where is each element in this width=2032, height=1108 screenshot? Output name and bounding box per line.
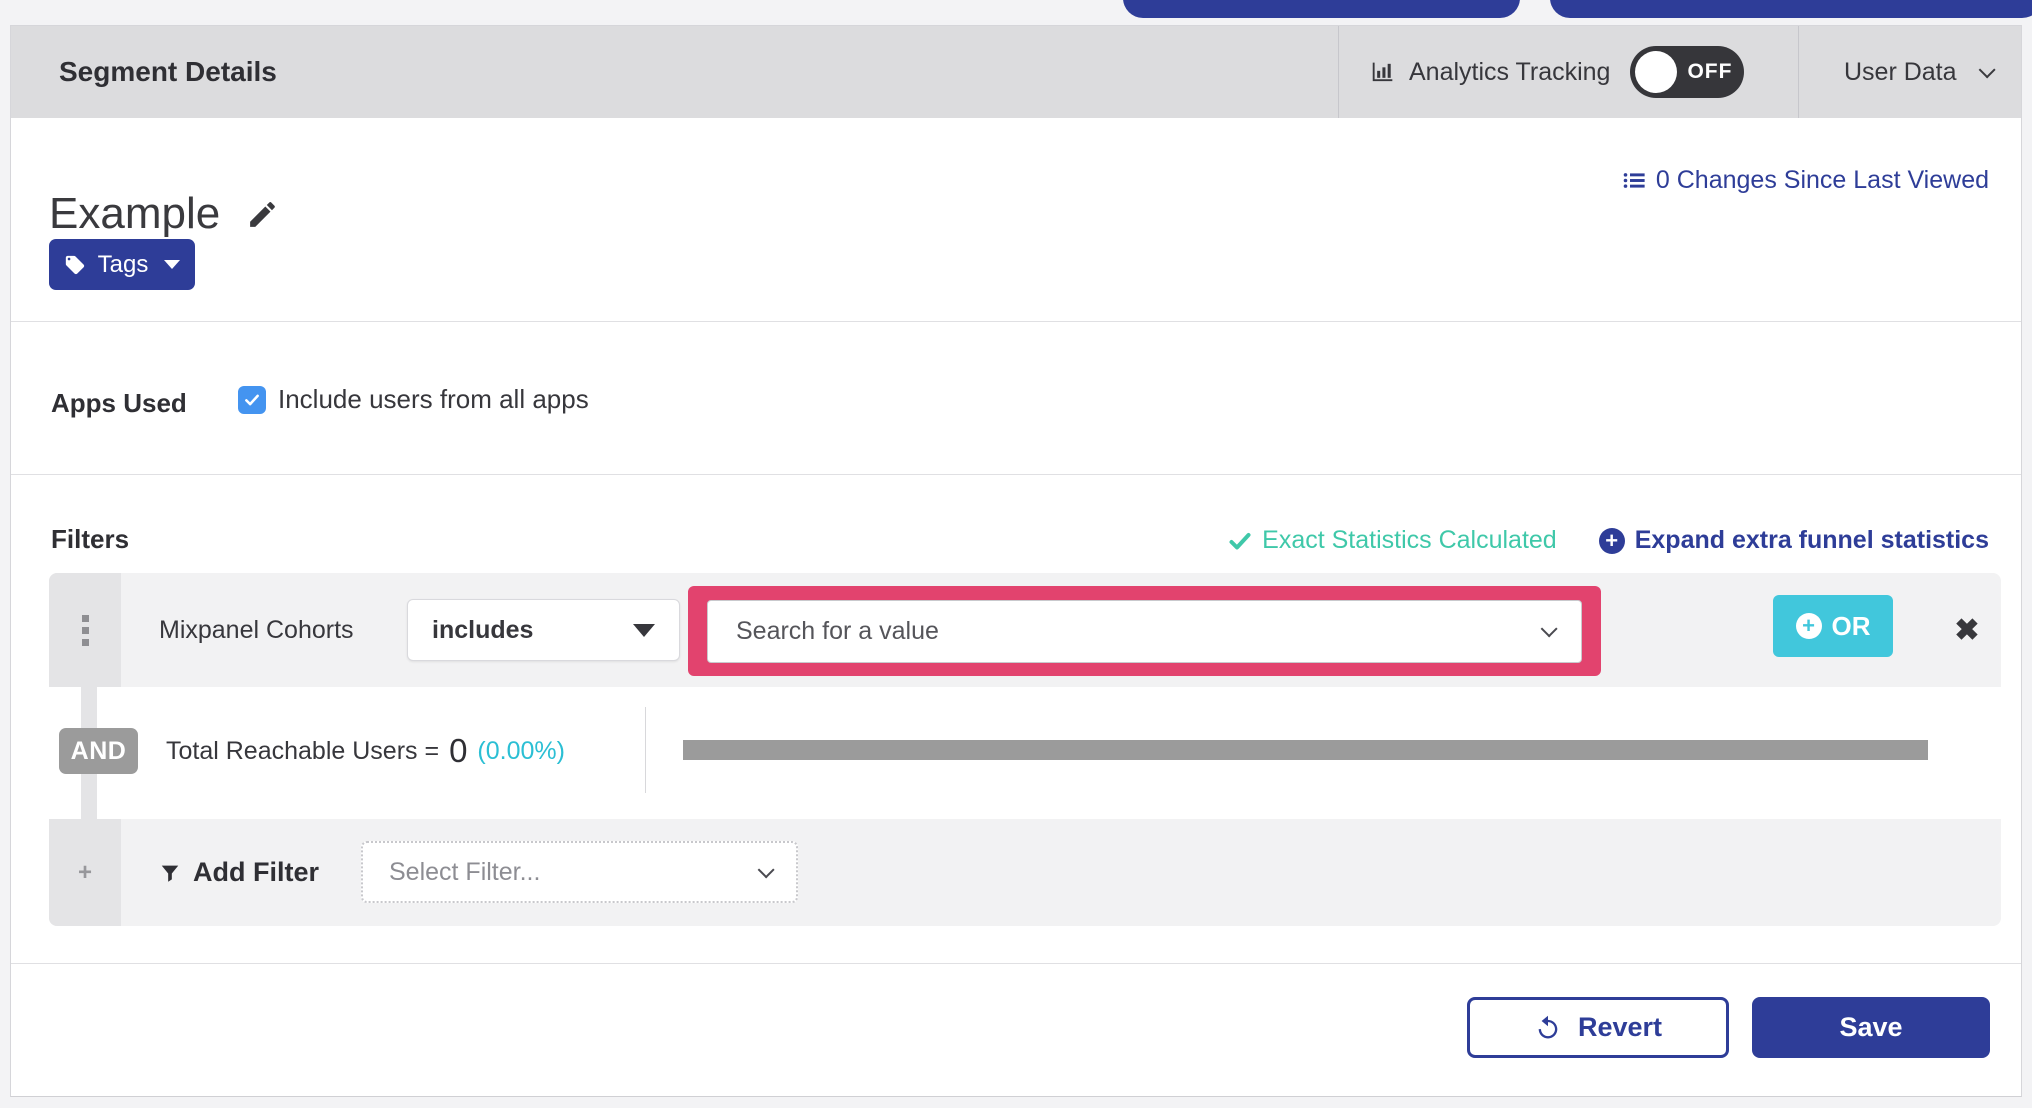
filter-row: Mixpanel Cohorts includes Search for a v… xyxy=(49,573,2001,687)
expand-funnel-statistics-label: Expand extra funnel statistics xyxy=(1634,526,1989,554)
include-all-apps-row: Include users from all apps xyxy=(238,384,589,415)
drag-dot xyxy=(81,638,89,646)
drag-dot xyxy=(81,614,89,622)
value-select-highlight: Search for a value xyxy=(688,586,1601,676)
bar-chart-icon xyxy=(1369,58,1397,86)
plus-icon: + xyxy=(77,858,92,886)
apps-used-label: Apps Used xyxy=(51,388,187,418)
toggle-knob xyxy=(1635,51,1678,93)
operator-dropdown[interactable]: includes xyxy=(407,599,680,661)
caret-down-icon xyxy=(633,623,655,637)
section-divider xyxy=(11,321,2021,322)
page-title: Segment Details xyxy=(59,56,277,87)
segment-name-row: Example xyxy=(49,189,279,239)
add-filter-strip[interactable]: + xyxy=(49,819,121,926)
toggle-state-label: OFF xyxy=(1687,60,1733,83)
vertical-divider xyxy=(645,707,646,793)
chevron-down-icon xyxy=(757,861,775,879)
select-filter-placeholder: Select Filter... xyxy=(389,857,541,886)
segment-details-card: Segment Details Analytics Tracking OFF U… xyxy=(10,25,2022,1097)
user-data-label: User Data xyxy=(1844,57,1957,86)
list-icon xyxy=(1621,167,1648,194)
exact-statistics-label: Exact Statistics Calculated xyxy=(1262,526,1557,554)
chevron-down-icon xyxy=(1540,620,1558,638)
plus-circle-icon: + xyxy=(1795,613,1822,639)
caret-down-icon xyxy=(164,260,181,269)
save-button[interactable]: Save xyxy=(1752,997,1990,1058)
total-reachable-value: 0 xyxy=(449,732,468,769)
select-filter-dropdown[interactable]: Select Filter... xyxy=(361,841,798,903)
plus-circle-icon: + xyxy=(1598,527,1625,554)
tags-button-label: Tags xyxy=(97,250,149,278)
drag-dot xyxy=(81,626,89,634)
total-reachable-label: Total Reachable Users = xyxy=(166,736,440,765)
add-filter-group: Add Filter xyxy=(159,819,319,926)
operator-value: includes xyxy=(432,615,534,644)
top-partial-button-left[interactable] xyxy=(1123,0,1520,18)
header-divider xyxy=(1798,26,1799,118)
chevron-down-icon xyxy=(1978,61,1996,79)
analytics-tracking-label: Analytics Tracking xyxy=(1409,57,1611,86)
filters-status-row: Exact Statistics Calculated + Expand ext… xyxy=(1228,526,1989,555)
remove-filter-button[interactable]: ✖ xyxy=(1937,573,1997,687)
add-or-button[interactable]: + OR xyxy=(1773,595,1893,657)
header-divider xyxy=(1338,26,1339,118)
revert-icon xyxy=(1534,1014,1562,1042)
include-all-apps-label: Include users from all apps xyxy=(278,384,589,414)
check-icon xyxy=(1229,532,1251,549)
footer-divider xyxy=(11,963,2021,964)
save-button-label: Save xyxy=(1839,1012,1903,1042)
reachable-users-progress-bar xyxy=(683,740,1928,760)
and-badge: AND xyxy=(59,728,138,774)
edit-pencil-icon[interactable] xyxy=(246,198,279,231)
card-header: Segment Details Analytics Tracking OFF U… xyxy=(11,26,2021,118)
include-all-apps-checkbox[interactable] xyxy=(238,385,266,414)
section-divider xyxy=(11,474,2021,475)
total-reachable-users-row: Total Reachable Users = 0 (0.00%) xyxy=(166,728,565,774)
exact-statistics-status: Exact Statistics Calculated xyxy=(1228,526,1557,555)
add-filter-row: + Add Filter Select Filter... xyxy=(49,819,2001,926)
analytics-tracking-toggle[interactable]: OFF xyxy=(1630,46,1745,98)
tags-button[interactable]: Tags xyxy=(49,239,195,290)
tag-icon xyxy=(64,254,86,276)
segment-name: Example xyxy=(49,189,221,238)
top-partial-button-right[interactable] xyxy=(1550,0,2032,18)
total-reachable-percent: (0.00%) xyxy=(477,736,565,765)
filters-heading: Filters xyxy=(51,524,130,554)
funnel-icon xyxy=(159,862,181,884)
expand-funnel-statistics-link[interactable]: + Expand extra funnel statistics xyxy=(1598,526,1989,555)
or-button-label: OR xyxy=(1831,610,1871,641)
add-filter-label: Add Filter xyxy=(193,857,319,887)
value-search-select[interactable]: Search for a value xyxy=(707,599,1582,663)
revert-button[interactable]: Revert xyxy=(1467,997,1729,1058)
user-data-dropdown[interactable]: User Data xyxy=(1844,26,1996,118)
analytics-tracking-group: Analytics Tracking OFF xyxy=(1369,26,1745,118)
filter-field-label: Mixpanel Cohorts xyxy=(159,615,354,644)
changes-link-label: 0 Changes Since Last Viewed xyxy=(1655,166,1989,194)
value-select-placeholder: Search for a value xyxy=(736,616,939,645)
revert-button-label: Revert xyxy=(1577,1012,1663,1042)
changes-since-last-viewed-link[interactable]: 0 Changes Since Last Viewed xyxy=(1621,166,1989,195)
drag-handle[interactable] xyxy=(49,573,121,687)
